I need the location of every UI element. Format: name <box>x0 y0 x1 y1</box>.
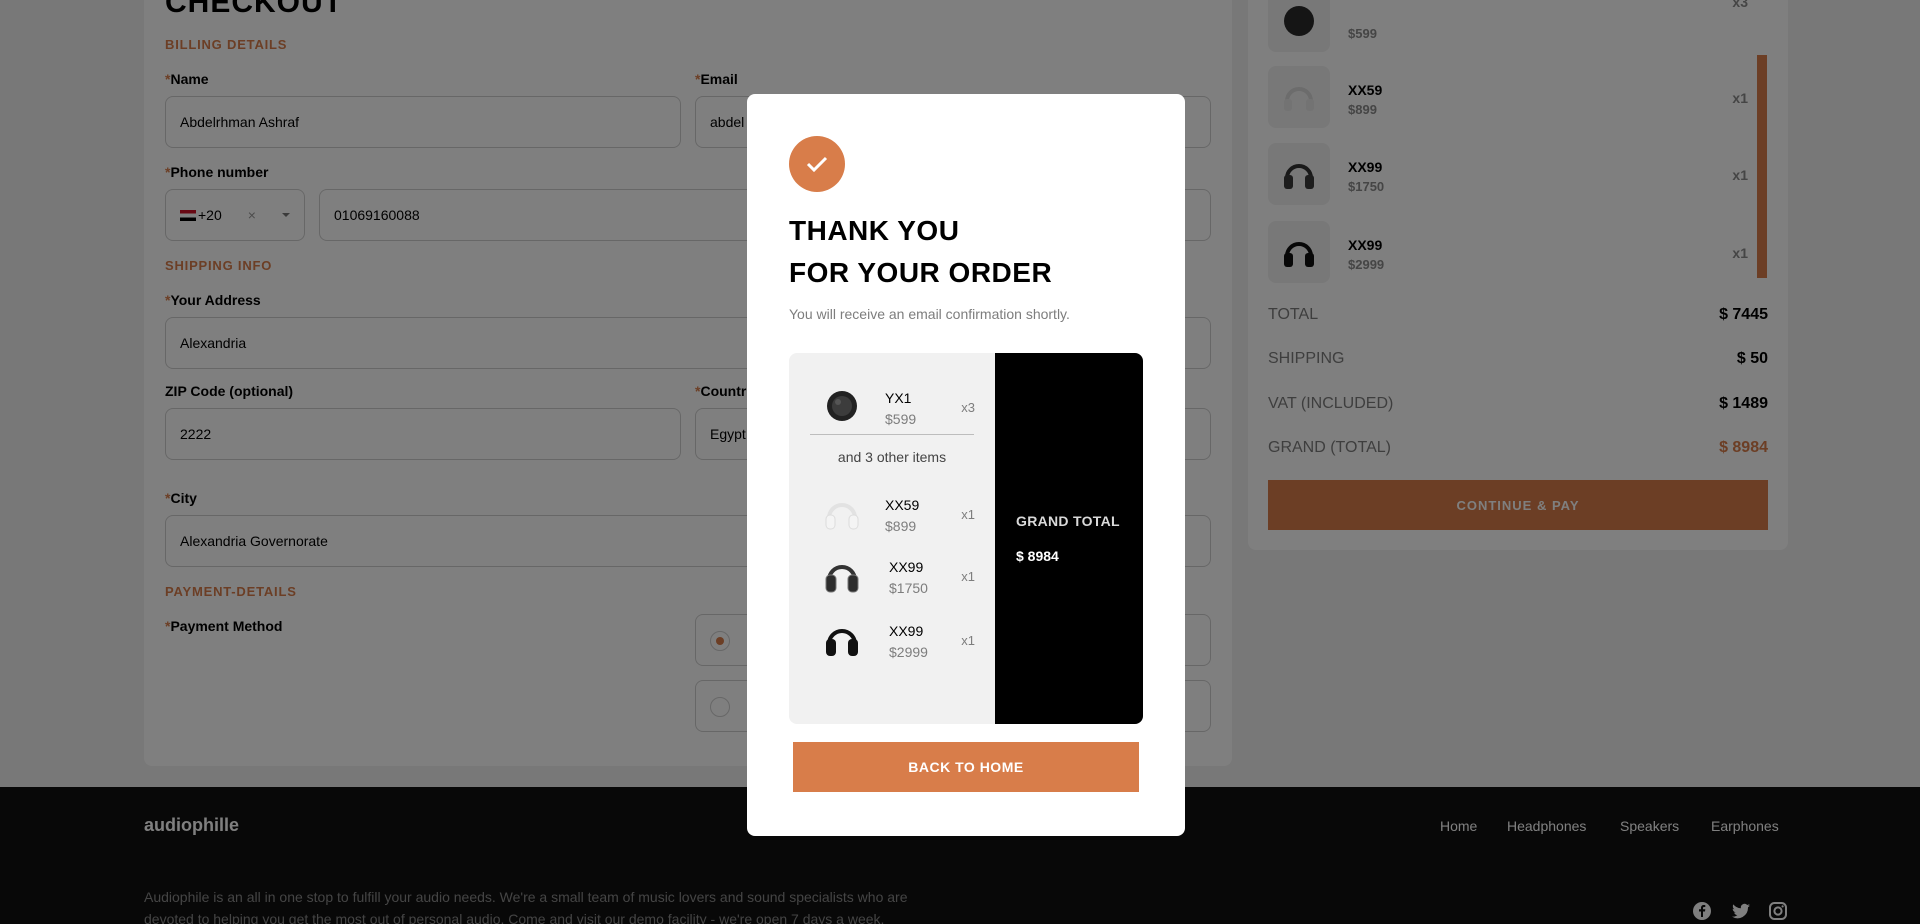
order-item: XX99 $1750 x1 <box>789 551 995 601</box>
item-name: YX1 <box>885 390 912 406</box>
product-thumbnail <box>821 492 863 534</box>
modal-title-line1: THANK YOU <box>789 215 960 246</box>
order-items-panel: YX1 $599 x3 and 3 other items XX59 $899 … <box>789 353 995 724</box>
other-items-toggle[interactable]: and 3 other items <box>789 449 995 465</box>
item-qty: x1 <box>961 633 975 648</box>
item-name: XX99 <box>889 623 924 639</box>
order-item: YX1 $599 x3 <box>789 382 995 432</box>
modal-title-line2: FOR YOUR ORDER <box>789 257 1053 288</box>
check-icon <box>806 156 828 172</box>
grand-total-value: $ 8984 <box>1016 548 1059 564</box>
confirmation-text: You will receive an email confirmation s… <box>789 306 1070 322</box>
item-price: $1750 <box>889 580 928 596</box>
item-qty: x1 <box>961 569 975 584</box>
order-confirmation-modal: THANK YOU FOR YOUR ORDER You will receiv… <box>747 94 1185 836</box>
product-thumbnail <box>821 618 863 660</box>
back-to-home-button[interactable]: BACK TO HOME <box>793 742 1139 792</box>
item-price: $599 <box>885 411 917 427</box>
divider <box>810 434 974 435</box>
modal-title: THANK YOU FOR YOUR ORDER <box>789 210 1052 294</box>
product-thumbnail <box>821 554 863 596</box>
grand-total-panel: GRAND TOTAL $ 8984 <box>995 353 1143 724</box>
item-name: XX59 <box>885 497 920 513</box>
item-price: $2999 <box>889 644 928 660</box>
order-item: XX59 $899 x1 <box>789 489 995 539</box>
item-name: XX99 <box>889 559 924 575</box>
item-qty: x3 <box>961 400 975 415</box>
grand-total-label: GRAND TOTAL <box>1016 513 1120 529</box>
item-price: $899 <box>885 518 917 534</box>
item-qty: x1 <box>961 507 975 522</box>
product-thumbnail <box>821 385 863 427</box>
order-item: XX99 $2999 x1 <box>789 615 995 665</box>
success-badge <box>789 136 845 192</box>
